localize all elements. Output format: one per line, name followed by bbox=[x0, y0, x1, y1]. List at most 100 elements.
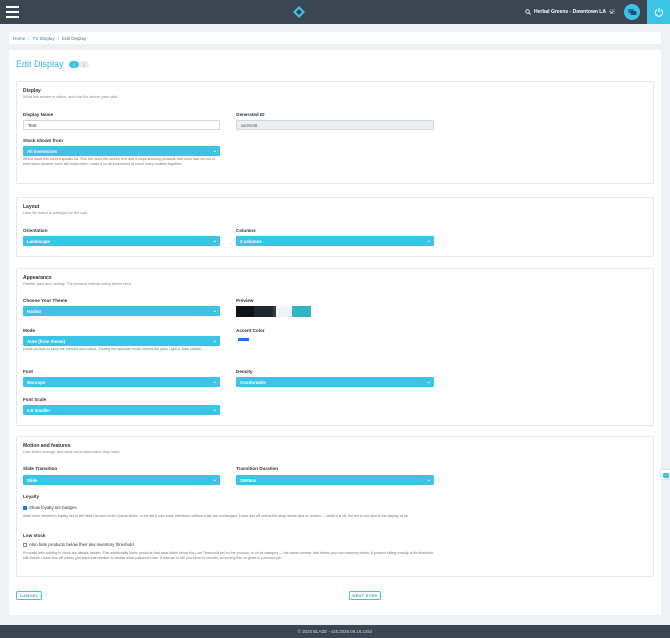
transition-duration-label: Transition Duration bbox=[236, 466, 279, 471]
power-icon bbox=[654, 8, 663, 17]
generated-id-field: ae3ms8 bbox=[236, 120, 434, 130]
density-select-value: Comfortable bbox=[240, 379, 266, 385]
density-label: Density bbox=[236, 369, 253, 374]
low-stock-checkbox-label: Also hide products below their low inven… bbox=[29, 542, 134, 547]
user-avatar[interactable] bbox=[624, 4, 640, 20]
breadcrumb-current: Edit Display bbox=[62, 35, 87, 41]
edit-display-panel: Edit Display 1 2 Display What this scree… bbox=[9, 50, 661, 615]
footer: © 2024 BLAZE - v25.2026.09.16.1454 bbox=[0, 625, 670, 638]
breadcrumb-tv-display-link[interactable]: TV Display bbox=[33, 36, 55, 41]
chevron-down-icon: ⌄ bbox=[212, 238, 217, 244]
stock-hint: Which stock this screen speaks for. Pick… bbox=[23, 157, 216, 166]
slide-transition-select[interactable]: Slide ⌄ bbox=[23, 475, 220, 485]
stock-label: Stock shown from bbox=[23, 138, 63, 143]
font-scale-select-value: 0.8 Smaller bbox=[27, 407, 51, 413]
columns-select[interactable]: 2 columns ⌄ bbox=[236, 236, 434, 246]
store-selector[interactable]: Herbal Greens - Downtown LA bbox=[525, 7, 614, 17]
footer-copyright: © 2024 BLAZE - v25.2026.09.16.1454 bbox=[297, 629, 373, 634]
chevron-down-icon: ⌄ bbox=[426, 238, 431, 244]
chevron-down-icon: ⌄ bbox=[212, 308, 217, 314]
loyalty-checkbox-label: Show loyalty tier badges bbox=[29, 505, 77, 510]
section-title: Display bbox=[23, 88, 41, 94]
mode-select-value: Auto (from theme) bbox=[27, 338, 66, 344]
theme-label: Choose Your Theme bbox=[23, 298, 68, 303]
accent-color-picker[interactable] bbox=[238, 338, 249, 341]
stock-select[interactable]: All inventories ⌄ bbox=[23, 146, 220, 156]
display-section: Display What this screen is called, and … bbox=[16, 81, 654, 184]
preview-swatch-4 bbox=[276, 306, 292, 317]
font-scale-select[interactable]: 0.8 Smaller ⌄ bbox=[23, 405, 220, 415]
orientation-label: Orientation bbox=[23, 228, 48, 233]
section-title: Motion and features bbox=[23, 443, 71, 449]
section-subtitle: Palette, type and density. The preview r… bbox=[23, 282, 132, 286]
section-title: Appearance bbox=[23, 275, 52, 281]
breadcrumb-separator: / bbox=[57, 35, 60, 41]
density-select[interactable]: Comfortable ⌄ bbox=[236, 377, 434, 387]
stock-select-value: All inventories bbox=[27, 148, 58, 154]
next-step-button[interactable]: NEXT STEP bbox=[349, 591, 381, 600]
chevron-down-icon: ⌄ bbox=[212, 407, 217, 413]
transition-duration-select[interactable]: 1500ms ⌄ bbox=[236, 475, 434, 485]
transition-duration-select-value: 1500ms bbox=[240, 477, 257, 483]
cancel-button[interactable]: CANCEL bbox=[16, 591, 42, 600]
display-name-label: Display Name bbox=[23, 112, 54, 117]
appearance-section: Appearance Palette, type and density. Th… bbox=[16, 268, 654, 426]
slide-transition-label: Slide Transition bbox=[23, 466, 58, 471]
theme-select[interactable]: Harbor ⌄ bbox=[23, 306, 220, 316]
menu-icon[interactable] bbox=[6, 6, 19, 18]
font-label: Font bbox=[23, 369, 33, 374]
apps-grid-icon[interactable] bbox=[610, 9, 615, 14]
page-title: Edit Display bbox=[16, 59, 64, 69]
preview-swatch-2 bbox=[254, 306, 273, 317]
slide-transition-select-value: Slide bbox=[27, 477, 38, 483]
low-stock-title: Low stock bbox=[23, 533, 46, 538]
breadcrumb: Home / TV Display / Edit Display bbox=[9, 32, 661, 44]
help-icon bbox=[663, 473, 669, 478]
section-subtitle: What this screen is called, and how it’s… bbox=[23, 95, 119, 99]
mode-hint: Leave on Auto to keep the theme’s own co… bbox=[23, 347, 203, 351]
step-1[interactable]: 1 bbox=[69, 61, 79, 68]
step-2[interactable]: 2 bbox=[79, 61, 89, 68]
preview-swatch-1 bbox=[236, 306, 254, 317]
logout-button[interactable] bbox=[647, 0, 670, 24]
font-select-value: Manrope bbox=[27, 379, 46, 385]
loyalty-title: Loyalty bbox=[23, 494, 40, 499]
preview-swatch-5 bbox=[292, 306, 311, 317]
blaze-logo-icon[interactable] bbox=[293, 6, 305, 18]
chevron-down-icon: ⌄ bbox=[212, 338, 217, 344]
low-stock-hint: Products with nothing in stock are alway… bbox=[23, 551, 433, 560]
loyalty-checkbox[interactable] bbox=[23, 506, 27, 510]
side-help-tab[interactable] bbox=[660, 469, 670, 480]
orientation-select[interactable]: Landscape ⌄ bbox=[23, 236, 220, 246]
chevron-down-icon: ⌄ bbox=[212, 477, 217, 483]
loyalty-hint: Adds each member’s loyalty tier to the W… bbox=[23, 514, 409, 518]
store-name: Herbal Greens - Downtown LA bbox=[534, 9, 606, 15]
layout-section: Layout How the board is arranged on the … bbox=[16, 197, 654, 257]
chevron-down-icon: ⌄ bbox=[426, 379, 431, 385]
breadcrumb-home-link[interactable]: Home bbox=[13, 36, 25, 41]
font-select[interactable]: Manrope ⌄ bbox=[23, 377, 220, 387]
display-name-input[interactable]: Test bbox=[23, 120, 220, 130]
columns-select-value: 2 columns bbox=[240, 238, 262, 244]
section-title: Layout bbox=[23, 204, 40, 210]
preview-label: Preview bbox=[236, 298, 254, 303]
step-indicator: 1 2 bbox=[69, 61, 89, 68]
search-icon bbox=[525, 9, 531, 15]
mode-select[interactable]: Auto (from theme) ⌄ bbox=[23, 336, 220, 346]
accent-color-label: Accent Color bbox=[236, 328, 265, 333]
columns-label: Columns bbox=[236, 228, 256, 233]
orientation-select-value: Landscape bbox=[27, 238, 50, 244]
chat-icon bbox=[628, 9, 637, 15]
section-subtitle: How slides change, and what extra inform… bbox=[23, 450, 121, 454]
chevron-down-icon: ⌄ bbox=[426, 477, 431, 483]
theme-select-value: Harbor bbox=[27, 308, 42, 314]
section-subtitle: How the board is arranged on the wall. bbox=[23, 211, 89, 215]
chevron-down-icon: ⌄ bbox=[212, 148, 217, 154]
top-navbar: Herbal Greens - Downtown LA bbox=[0, 0, 670, 24]
motion-section: Motion and features How slides change, a… bbox=[16, 436, 654, 577]
mode-label: Mode bbox=[23, 328, 35, 333]
font-scale-label: Font Scale bbox=[23, 397, 47, 402]
chevron-down-icon: ⌄ bbox=[212, 379, 217, 385]
breadcrumb-separator: / bbox=[28, 35, 30, 41]
low-stock-checkbox[interactable] bbox=[23, 543, 27, 547]
